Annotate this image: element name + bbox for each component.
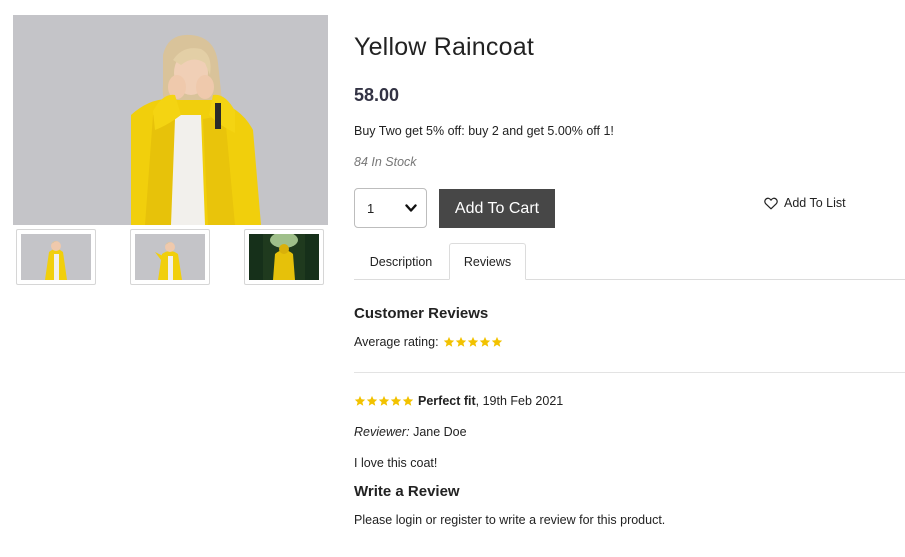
promotion-text: Buy Two get 5% off: buy 2 and get 5.00% … bbox=[354, 124, 614, 138]
average-rating-label: Average rating: bbox=[354, 335, 439, 349]
star-icon bbox=[455, 336, 466, 347]
star-icon bbox=[378, 395, 390, 406]
add-to-list-label: Add To List bbox=[784, 196, 846, 210]
star-icon bbox=[479, 336, 490, 347]
review-title: Perfect fit bbox=[418, 394, 476, 408]
thumbnail-image bbox=[21, 234, 91, 280]
thumbnail-image bbox=[135, 234, 205, 280]
average-rating: Average rating: bbox=[354, 335, 503, 349]
quantity-select[interactable]: 1 bbox=[354, 188, 427, 228]
tab-description[interactable]: Description bbox=[356, 243, 446, 280]
login-prefix: Please bbox=[354, 513, 396, 527]
star-icon bbox=[354, 395, 366, 406]
register-link[interactable]: register bbox=[440, 513, 482, 527]
star-icon bbox=[491, 336, 502, 347]
product-thumbnail-1[interactable] bbox=[16, 229, 96, 285]
customer-reviews-heading: Customer Reviews bbox=[354, 305, 489, 322]
reviewer-name: Jane Doe bbox=[413, 425, 467, 439]
login-suffix: to write a review for this product. bbox=[481, 513, 666, 527]
tab-label: Reviews bbox=[463, 254, 512, 269]
heart-icon bbox=[764, 197, 778, 209]
add-to-cart-button[interactable]: Add To Cart bbox=[439, 189, 555, 228]
star-icon bbox=[467, 336, 478, 347]
product-thumbnail-3[interactable] bbox=[244, 229, 324, 285]
quantity-value: 1 bbox=[367, 200, 375, 216]
thumbnail-image bbox=[249, 234, 319, 280]
reviewer: Reviewer: Jane Doe bbox=[354, 425, 467, 439]
review-divider bbox=[354, 372, 905, 373]
stock-status: 84 In Stock bbox=[354, 155, 417, 169]
main-product-image bbox=[13, 15, 328, 225]
review-rating-stars bbox=[354, 395, 414, 407]
star-icon bbox=[402, 395, 414, 406]
login-link[interactable]: login bbox=[396, 513, 422, 527]
tab-label: Description bbox=[369, 254, 433, 269]
product-thumbnail-2[interactable] bbox=[130, 229, 210, 285]
product-title: Yellow Raincoat bbox=[354, 33, 534, 61]
reviewer-label: Reviewer: bbox=[354, 425, 410, 439]
review-body: I love this coat! bbox=[354, 456, 438, 470]
star-icon bbox=[390, 395, 402, 406]
review-date: , 19th Feb 2021 bbox=[475, 394, 564, 408]
write-review-heading: Write a Review bbox=[354, 483, 460, 500]
chevron-down-icon bbox=[405, 203, 417, 212]
review-header: Perfect fit, 19th Feb 2021 bbox=[354, 394, 563, 408]
add-to-list-button[interactable]: Add To List bbox=[764, 195, 846, 211]
star-icon bbox=[443, 336, 454, 347]
product-price: 58.00 bbox=[354, 85, 400, 105]
average-rating-stars bbox=[443, 336, 503, 348]
login-mid: or bbox=[422, 513, 441, 527]
product-page: Yellow Raincoat 58.00 Buy Two get 5% off… bbox=[0, 0, 905, 557]
star-icon bbox=[366, 395, 378, 406]
tab-reviews[interactable]: Reviews bbox=[449, 243, 526, 280]
login-to-review-note: Please login or register to write a revi… bbox=[354, 513, 665, 527]
